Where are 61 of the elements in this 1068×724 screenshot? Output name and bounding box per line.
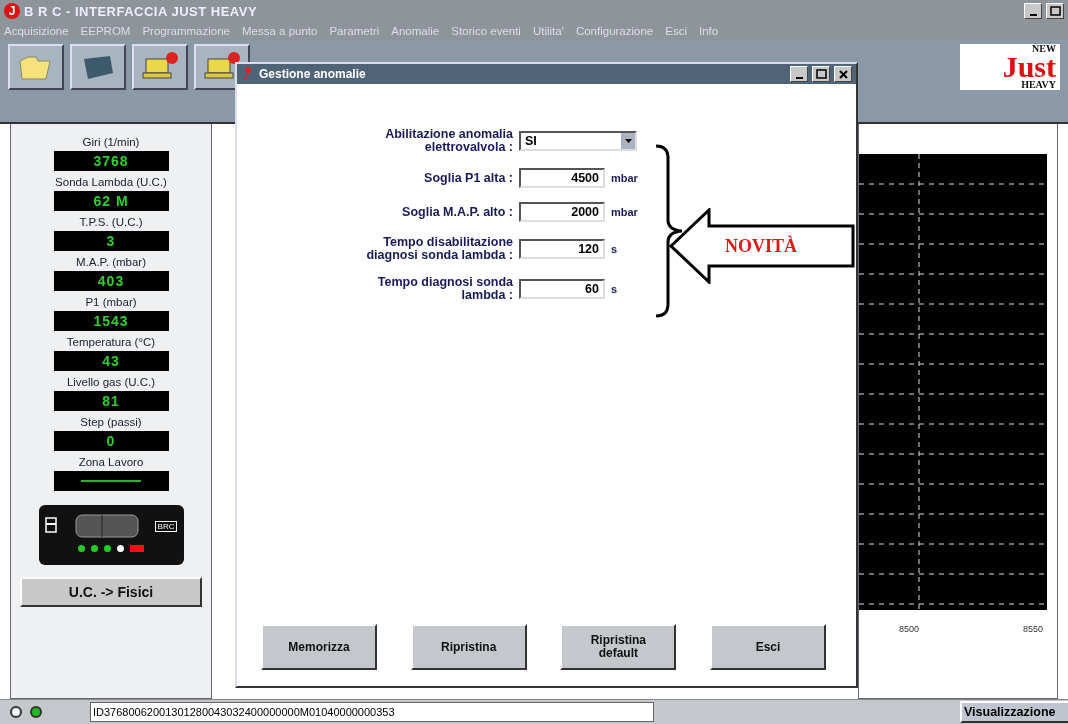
gauge-label: M.A.P. (mbar) bbox=[75, 256, 147, 268]
dialog-button[interactable]: Memorizza bbox=[261, 624, 377, 670]
close-button[interactable] bbox=[834, 66, 852, 82]
gauge-label: Zona Lavoro bbox=[78, 456, 144, 468]
unit-label: s bbox=[611, 243, 618, 255]
axis-label: 8550 bbox=[1022, 624, 1043, 634]
gauge-label: Livello gas (U.C.) bbox=[66, 376, 156, 388]
minimize-icon bbox=[795, 77, 803, 79]
gauge-value: 1543 bbox=[53, 311, 169, 331]
dialog-button[interactable]: Ripristina bbox=[410, 624, 527, 670]
gauge-label: T.P.S. (U.C.) bbox=[79, 216, 143, 228]
unit-label: mbar bbox=[611, 206, 638, 218]
gauge-value: 0 bbox=[53, 431, 169, 451]
gauge-label: P1 (mbar) bbox=[85, 296, 137, 308]
convert-button[interactable]: U.C. -> Fisici bbox=[20, 577, 202, 607]
dropdown-field[interactable]: SI bbox=[519, 131, 637, 151]
gauge-value: 3 bbox=[53, 231, 169, 251]
window-title: B R C - INTERFACCIA JUST HEAVY bbox=[24, 3, 259, 19]
gauge-value: 62 M bbox=[53, 191, 169, 211]
caret-icon bbox=[621, 133, 635, 149]
field-label: Abilitazione anomalia elettrovalvola : bbox=[384, 128, 513, 154]
field-label: Soglia P1 alta : bbox=[423, 171, 513, 185]
gauge-label: Giri (1/min) bbox=[82, 136, 140, 148]
maximize-icon bbox=[1048, 4, 1062, 18]
dialog-title: Gestione anomalie bbox=[259, 67, 367, 81]
minimize-icon bbox=[1029, 14, 1037, 16]
control-unit-drawing: BRC bbox=[38, 505, 184, 565]
field-label: Soglia M.A.P. alto : bbox=[401, 205, 513, 219]
input-field[interactable]: 60 bbox=[519, 279, 605, 299]
unit-label: s bbox=[611, 283, 618, 295]
input-field[interactable]: 4500 bbox=[519, 168, 605, 188]
input-field[interactable]: 2000 bbox=[519, 202, 605, 222]
close-icon bbox=[836, 67, 850, 81]
gauge-label: Sonda Lambda (U.C.) bbox=[55, 176, 167, 188]
folder-button[interactable] bbox=[8, 44, 64, 90]
gauge-value: 3768 bbox=[53, 151, 169, 171]
maximize-icon bbox=[814, 67, 828, 81]
unit-label: mbar bbox=[611, 172, 638, 184]
gauge-label: Temperatura (°C) bbox=[66, 336, 156, 348]
status-message: ID37680062001301280043032400000000M01040000000353 bbox=[90, 702, 654, 722]
axis-label: 8500 bbox=[899, 624, 920, 634]
field-label: Tempo diagnosi sonda lambda : bbox=[376, 276, 513, 302]
folder-icon bbox=[18, 53, 54, 81]
input-field[interactable]: 120 bbox=[519, 239, 605, 259]
logo: NEW Just HEAVY bbox=[960, 44, 1060, 90]
maximize-button[interactable] bbox=[812, 66, 830, 82]
gauge-value: 43 bbox=[53, 351, 169, 371]
view-button[interactable]: Visualizzazione bbox=[960, 701, 1068, 723]
gauge-label: Step (passi) bbox=[80, 416, 142, 428]
dialog-button[interactable]: Ripristina default bbox=[560, 624, 677, 670]
gauge-value: 403 bbox=[53, 271, 169, 291]
maximize-button[interactable] bbox=[1046, 3, 1064, 19]
dialog-button[interactable]: Esci bbox=[709, 624, 826, 670]
minimize-button[interactable] bbox=[1024, 3, 1042, 19]
gauge-value: 81 bbox=[53, 391, 169, 411]
field-label: Tempo disabilitazione diagnosi sonda lambda : bbox=[365, 236, 513, 262]
callout-text: NOVITÀ bbox=[725, 236, 797, 257]
app-icon: J bbox=[4, 3, 20, 19]
module-button[interactable] bbox=[70, 44, 126, 90]
minimize-button[interactable] bbox=[790, 66, 808, 82]
laptop-button[interactable] bbox=[132, 44, 188, 90]
